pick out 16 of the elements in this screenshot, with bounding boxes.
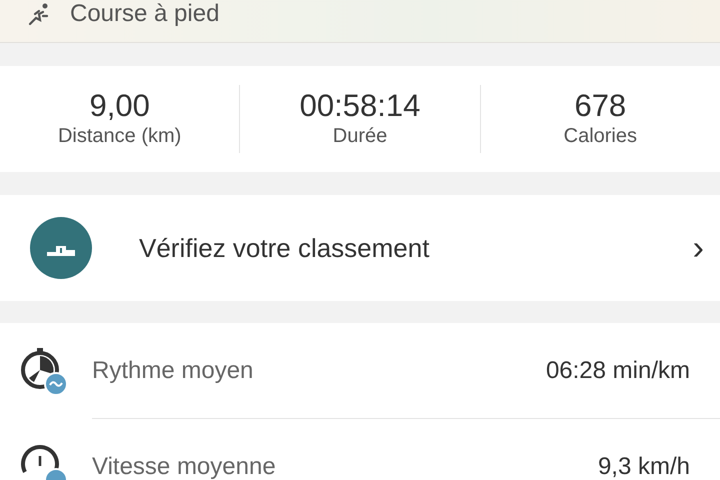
- metric-value: 9,3 km/h: [598, 452, 690, 480]
- runner-icon: [26, 2, 50, 26]
- podium-icon: [30, 217, 92, 279]
- stat-value: 00:58:14: [300, 89, 420, 123]
- ranking-row[interactable]: Vérifiez votre classement ›: [0, 195, 720, 301]
- stat-value: 678: [574, 89, 626, 123]
- metric-value: 06:28 min/km: [546, 356, 690, 384]
- stat-label: Distance (km): [58, 124, 182, 149]
- stat-label: Durée: [332, 124, 388, 149]
- ranking-label: Vérifiez votre classement: [139, 232, 430, 264]
- stat-value: 9,00: [89, 89, 150, 123]
- chevron-icon: ›: [692, 231, 704, 265]
- activity-label: Course à pied: [70, 0, 220, 29]
- metric-label: Vitesse moyenne: [92, 452, 277, 480]
- metric-label: Rythme moyen: [92, 356, 254, 384]
- stat-label: Calories: [564, 124, 637, 149]
